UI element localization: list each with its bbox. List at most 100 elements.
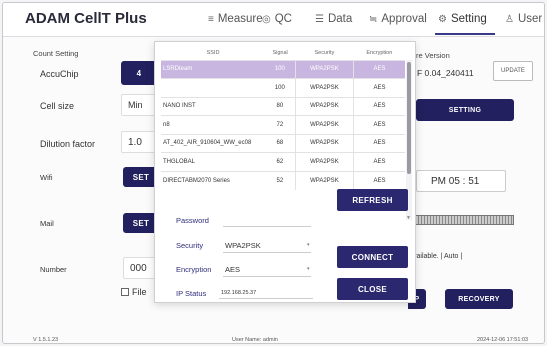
encryption-cell: AES	[353, 115, 405, 134]
encryption-cell: AES	[353, 96, 405, 116]
tab-label: User	[517, 13, 543, 25]
top-nav-bar: ADAM CellT Plus ≡ Measure ◎ QC ☰ Data ≒ …	[3, 3, 544, 37]
cell-size-select[interactable]: Min	[121, 94, 157, 116]
tab-measure[interactable]: ≡ Measure	[208, 13, 263, 25]
tab-label: QC	[274, 13, 292, 25]
user-name-text: User Name: admin	[232, 337, 278, 343]
table-row[interactable]: THGLOBAL 62 WPA2PSK AES	[161, 152, 405, 171]
signal-cell: 80	[265, 96, 296, 116]
software-version-value: F 0.04_240411	[417, 68, 474, 78]
file-label: File	[132, 287, 147, 297]
shield-icon: ◎	[262, 13, 271, 25]
password-label: Password	[176, 216, 209, 225]
tab-approval[interactable]: ≒ Approval	[369, 13, 427, 25]
ssid-cell: THGLOBAL	[161, 152, 265, 171]
security-cell: WPA2PSK	[294, 170, 354, 190]
tab-label: Setting	[450, 13, 487, 25]
table-row[interactable]: NANO INST 80 WPA2PSK AES	[161, 96, 405, 116]
dilution-factor-input[interactable]: 1.0	[121, 131, 157, 153]
ssid-cell	[161, 78, 265, 97]
wifi-network-table: SSID Signal Security Encryption LSRDteam…	[161, 46, 405, 190]
tab-label: Measure	[217, 13, 263, 25]
security-cell: WPA2PSK	[294, 78, 354, 97]
encryption-cell: AES	[353, 133, 405, 153]
table-row[interactable]: LSRDteam 100 WPA2PSK AES	[161, 59, 405, 79]
chevron-down-icon[interactable]: ▾	[307, 242, 310, 248]
security-select[interactable]: WPA2PSK	[225, 241, 261, 250]
app-window: ADAM CellT Plus ≡ Measure ◎ QC ☰ Data ≒ …	[2, 2, 545, 344]
signal-cell: 72	[265, 115, 296, 134]
encryption-select[interactable]: AES	[225, 265, 240, 274]
encryption-cell: AES	[353, 170, 405, 190]
security-cell: WPA2PSK	[294, 115, 354, 134]
signal-cell: 68	[265, 133, 296, 153]
count-setting-heading: Count Setting	[33, 49, 79, 58]
column-header-security: Security	[314, 49, 335, 56]
number-label: Number	[40, 265, 67, 274]
ssid-cell: LSRDteam	[161, 59, 265, 79]
cell-size-label: Cell size	[40, 101, 75, 111]
accuchip-selector[interactable]: 4	[121, 61, 157, 85]
file-checkbox[interactable]	[121, 288, 129, 296]
signal-cell: 52	[265, 170, 296, 190]
close-button[interactable]: CLOSE	[337, 278, 408, 300]
refresh-button[interactable]: REFRESH	[337, 189, 408, 211]
tab-label: Approval	[381, 13, 427, 25]
encryption-cell: AES	[353, 78, 405, 97]
table-row[interactable]: DIRECTABM2070 Series 52 WPA2PSK AES	[161, 170, 405, 190]
update-button[interactable]: UPDATE	[493, 61, 533, 81]
security-underline	[223, 252, 311, 253]
mail-label: Mail	[40, 219, 54, 228]
gear-icon: ⚙	[438, 13, 447, 25]
approval-icon: ≒	[369, 13, 378, 25]
connect-button[interactable]: CONNECT	[337, 246, 408, 268]
app-title: ADAM CellT Plus	[25, 10, 147, 27]
ssid-cell: n8	[161, 115, 265, 134]
encryption-cell: AES	[353, 59, 405, 79]
security-cell: WPA2PSK	[294, 133, 354, 153]
security-cell: WPA2PSK	[294, 96, 354, 116]
ip-status-value: 192.168.25.37	[221, 290, 257, 296]
wifi-dialog: SSID Signal Security Encryption LSRDteam…	[154, 41, 416, 303]
tab-qc[interactable]: ◎ QC	[262, 13, 292, 25]
time-display[interactable]: PM 05 : 51	[416, 170, 506, 192]
encryption-label: Encryption	[176, 265, 212, 274]
table-row[interactable]: AT_402_AIR_910604_WW_ec08 68 WPA2PSK AES	[161, 133, 405, 153]
signal-cell: 100	[265, 59, 296, 79]
ssid-cell: DIRECTABM2070 Series	[161, 170, 265, 190]
ip-status-label: IP Status	[176, 289, 207, 298]
auto-option-text[interactable]: vailable. | Auto |	[413, 253, 462, 260]
recovery-button[interactable]: RECOVERY	[445, 289, 513, 309]
ip-underline	[219, 298, 313, 299]
signal-cell: 100	[265, 78, 296, 97]
encryption-underline	[223, 276, 311, 277]
ssid-cell: NANO INST	[161, 96, 265, 116]
chevron-down-icon[interactable]: ▼	[406, 215, 411, 221]
tab-setting[interactable]: ⚙ Setting	[438, 13, 487, 25]
table-scrollbar-thumb[interactable]	[407, 62, 411, 174]
list-icon: ☰	[315, 13, 324, 25]
dilution-factor-label: Dilution factor	[40, 139, 96, 149]
accuchip-label: AccuChip	[40, 69, 79, 79]
software-version-label: re Version	[416, 51, 450, 60]
tab-user[interactable]: ♙ User	[505, 13, 542, 25]
table-row[interactable]: n8 72 WPA2PSK AES	[161, 115, 405, 134]
active-tab-indicator	[435, 33, 495, 35]
measure-icon: ≡	[208, 13, 214, 25]
brightness-slider[interactable]	[414, 215, 514, 225]
security-label: Security	[176, 241, 204, 250]
signal-cell: 62	[265, 152, 296, 171]
setting-button[interactable]: SETTING	[416, 99, 514, 121]
chevron-down-icon[interactable]: ▾	[307, 266, 310, 272]
tab-data[interactable]: ☰ Data	[315, 13, 352, 25]
table-row[interactable]: 100 WPA2PSK AES	[161, 78, 405, 97]
ssid-cell: AT_402_AIR_910604_WW_ec08	[161, 133, 265, 153]
column-header-encryption: Encryption	[366, 49, 393, 56]
column-header-signal: Signal	[272, 49, 288, 56]
security-cell: WPA2PSK	[294, 152, 354, 171]
user-icon: ♙	[505, 13, 514, 25]
password-input[interactable]	[223, 215, 303, 225]
datetime-text: 2024-12-06 17:51:03	[477, 337, 529, 343]
security-cell: WPA2PSK	[294, 59, 354, 79]
tab-label: Data	[327, 13, 353, 25]
